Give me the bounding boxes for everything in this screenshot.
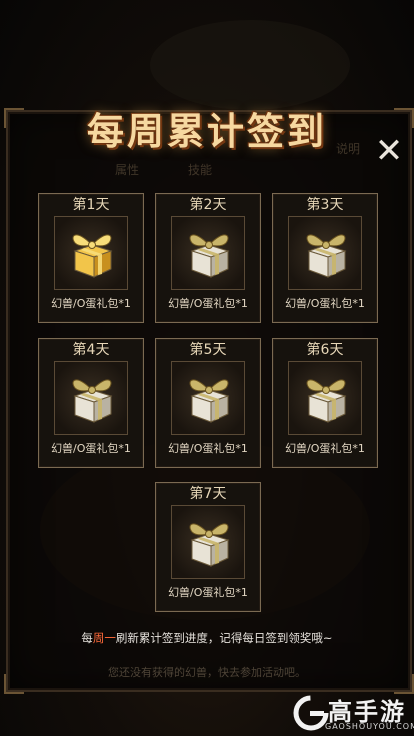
- reward-card-day5[interactable]: 第5天 幻兽/O蛋礼包*1: [155, 338, 261, 468]
- background-hint: 您还没有获得的幻兽，快去参加活动吧。: [108, 666, 306, 679]
- notice-text: 每: [81, 631, 93, 645]
- notice-text: 刷新累计签到进度，记得每日签到领奖哦~: [115, 631, 333, 645]
- gift-box-icon: [306, 379, 347, 423]
- gift-box-icon: [189, 523, 230, 567]
- item-slot: [171, 361, 245, 435]
- panel-title: 每周累计签到: [87, 109, 327, 153]
- item-name: 幻兽/O蛋礼包*1: [168, 297, 248, 310]
- watermark-url: GAOSHOUYOU.COM: [325, 722, 414, 731]
- day-label: 第2天: [189, 197, 227, 213]
- item-name: 幻兽/O蛋礼包*1: [51, 442, 131, 455]
- day-label: 第4天: [72, 342, 110, 358]
- background-glow: [150, 20, 350, 110]
- day-label: 第6天: [306, 342, 344, 358]
- notice-highlight: 周一: [92, 631, 116, 645]
- frame-corner: [4, 108, 24, 128]
- day-label: 第7天: [189, 486, 227, 502]
- reward-card-day1[interactable]: 第1天 幻兽/O蛋礼包*1: [38, 193, 144, 323]
- item-name: 幻兽/O蛋礼包*1: [51, 297, 131, 310]
- background-tab: 技能: [188, 163, 213, 177]
- gift-box-icon: [189, 379, 230, 423]
- gift-box-icon: [306, 234, 347, 278]
- gift-box-icon: [189, 234, 230, 278]
- reward-card-day4[interactable]: 第4天 幻兽/O蛋礼包*1: [38, 338, 144, 468]
- reward-card-day2[interactable]: 第2天 幻兽/O蛋礼包*1: [155, 193, 261, 323]
- item-slot: [171, 505, 245, 579]
- day-label: 第1天: [72, 197, 110, 213]
- day-label: 第5天: [189, 342, 227, 358]
- background-tab: 属性: [115, 163, 140, 177]
- item-slot: [54, 361, 128, 435]
- item-name: 幻兽/O蛋礼包*1: [285, 442, 365, 455]
- item-name: 幻兽/O蛋礼包*1: [285, 297, 365, 310]
- reward-card-day7[interactable]: 第7天 幻兽/O蛋礼包*1: [155, 482, 261, 612]
- item-slot: [171, 216, 245, 290]
- item-name: 幻兽/O蛋礼包*1: [168, 586, 248, 599]
- gift-box-icon: [72, 234, 113, 278]
- gift-box-icon: [72, 379, 113, 423]
- item-name: 幻兽/O蛋礼包*1: [168, 442, 248, 455]
- item-slot: [288, 216, 362, 290]
- item-slot: [54, 216, 128, 290]
- frame-corner: [394, 108, 414, 128]
- reward-card-day3[interactable]: 第3天 幻兽/O蛋礼包*1: [272, 193, 378, 323]
- day-label: 第3天: [306, 197, 344, 213]
- item-slot: [288, 361, 362, 435]
- close-button[interactable]: ✕: [372, 134, 406, 168]
- reward-card-day6[interactable]: 第6天 幻兽/O蛋礼包*1: [272, 338, 378, 468]
- refresh-notice: 每周一刷新累计签到进度，记得每日签到领奖哦~: [0, 630, 414, 646]
